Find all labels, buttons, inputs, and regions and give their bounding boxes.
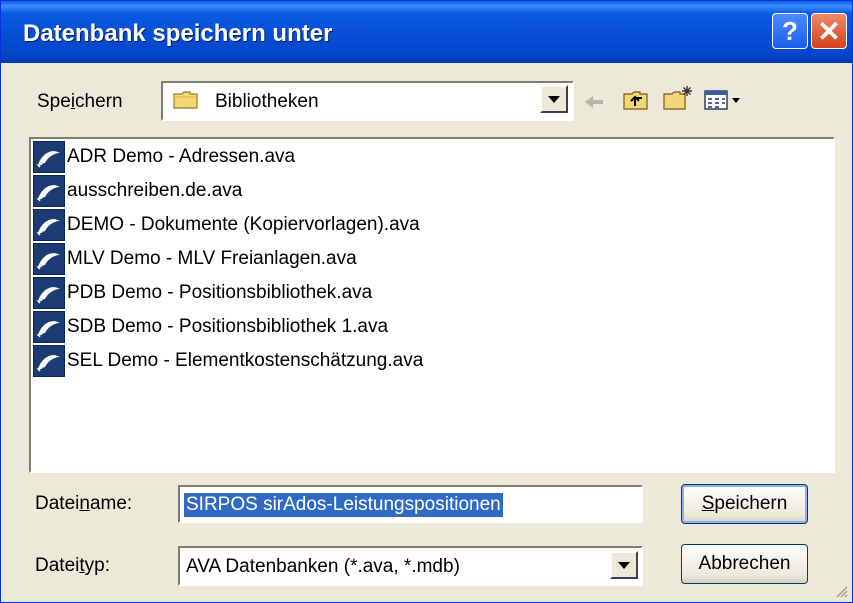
ava-file-icon [33, 141, 65, 173]
save-in-dropdown-button[interactable] [540, 85, 568, 113]
file-name: SDB Demo - Positionsbibliothek 1.ava [67, 316, 389, 337]
folder-icon [173, 90, 199, 110]
file-name: PDB Demo - Positionsbibliothek.ava [67, 282, 373, 303]
ava-file-icon [33, 345, 65, 377]
save-in-combo[interactable]: Bibliotheken [161, 81, 574, 121]
list-item[interactable]: ausschreiben.de.ava [33, 175, 242, 207]
chevron-down-icon [548, 95, 560, 103]
chevron-down-icon [618, 561, 630, 569]
title-bar[interactable]: Datenbank speichern unter ? ✕ [1, 1, 852, 63]
filename-label: Dateiname: [35, 493, 133, 514]
cancel-button[interactable]: Abbrechen [681, 544, 808, 584]
filename-value: SIRPOS sirAdos-Leistungspositionen [184, 493, 503, 517]
list-item[interactable]: SEL Demo - Elementkostenschätzung.ava [33, 345, 423, 377]
view-menu-icon[interactable] [701, 85, 745, 115]
filetype-label: Dateityp: [35, 555, 110, 576]
filetype-value: AVA Datenbanken (*.ava, *.mdb) [186, 556, 460, 577]
dialog-title: Datenbank speichern unter [23, 20, 333, 47]
list-item[interactable]: MLV Demo - MLV Freianlagen.ava [33, 243, 357, 275]
ava-file-icon [33, 209, 65, 241]
save-in-value: Bibliotheken [215, 91, 319, 112]
file-name: DEMO - Dokumente (Kopiervorlagen).ava [67, 214, 420, 235]
file-list[interactable]: ADR Demo - Adressen.ava ausschreiben.de.… [29, 137, 835, 473]
up-folder-icon[interactable] [621, 85, 651, 115]
list-item[interactable]: PDB Demo - Positionsbibliothek.ava [33, 277, 372, 309]
help-button[interactable]: ? [772, 13, 808, 49]
ava-file-icon [33, 277, 65, 309]
filetype-dropdown-button[interactable] [610, 551, 638, 579]
save-button[interactable]: Speichern [681, 484, 808, 524]
list-item[interactable]: DEMO - Dokumente (Kopiervorlagen).ava [33, 209, 420, 241]
close-button[interactable]: ✕ [811, 13, 847, 49]
file-name: ausschreiben.de.ava [67, 180, 243, 201]
filetype-combo[interactable]: AVA Datenbanken (*.ava, *.mdb) [178, 546, 643, 586]
back-arrow-icon[interactable] [579, 87, 609, 117]
list-item[interactable]: ADR Demo - Adressen.ava [33, 141, 295, 173]
file-name: ADR Demo - Adressen.ava [67, 146, 296, 167]
resize-grip-icon[interactable] [834, 584, 848, 598]
save-as-dialog: Datenbank speichern unter ? ✕ Speichern … [0, 0, 853, 603]
ava-file-icon [33, 175, 65, 207]
filename-input[interactable]: SIRPOS sirAdos-Leistungspositionen [178, 485, 643, 523]
list-item[interactable]: SDB Demo - Positionsbibliothek 1.ava [33, 311, 388, 343]
file-name: MLV Demo - MLV Freianlagen.ava [67, 248, 357, 269]
save-in-label: Speichern [37, 91, 123, 112]
file-name: SEL Demo - Elementkostenschätzung.ava [67, 350, 424, 371]
ava-file-icon [33, 243, 65, 275]
new-folder-icon[interactable] [663, 83, 693, 113]
ava-file-icon [33, 311, 65, 343]
